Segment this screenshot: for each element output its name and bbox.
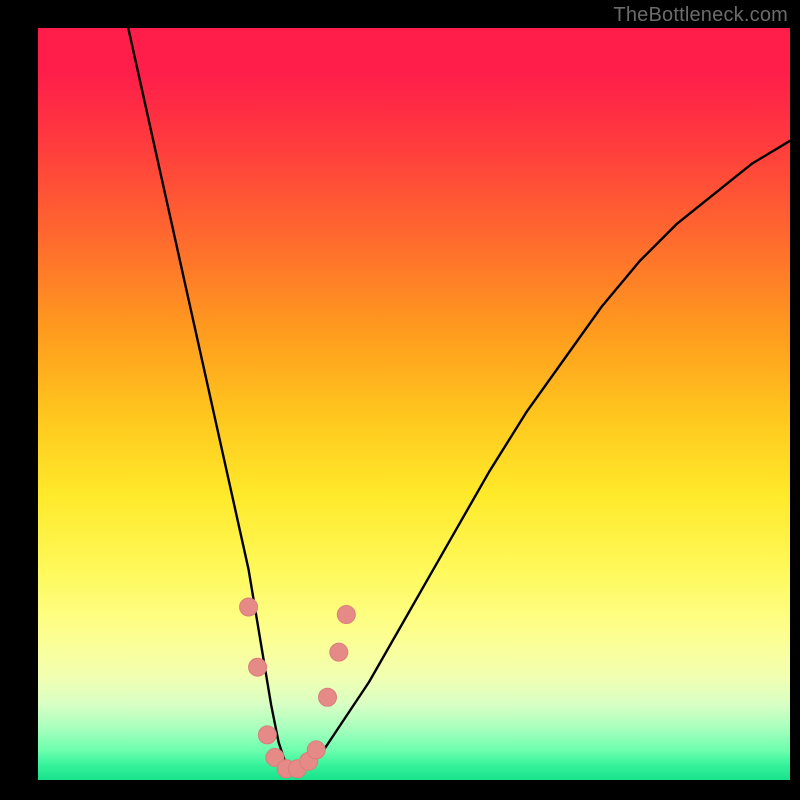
- curve-marker: [307, 741, 325, 759]
- curve-marker: [330, 643, 348, 661]
- curve-marker: [337, 606, 355, 624]
- bottleneck-curve: [128, 28, 790, 772]
- curve-layer: [38, 28, 790, 780]
- curve-marker: [240, 598, 258, 616]
- plot-area: [38, 28, 790, 780]
- chart-frame: TheBottleneck.com: [0, 0, 800, 800]
- curve-marker: [258, 726, 276, 744]
- curve-marker: [249, 658, 267, 676]
- watermark-text: TheBottleneck.com: [613, 4, 788, 27]
- curve-marker: [319, 688, 337, 706]
